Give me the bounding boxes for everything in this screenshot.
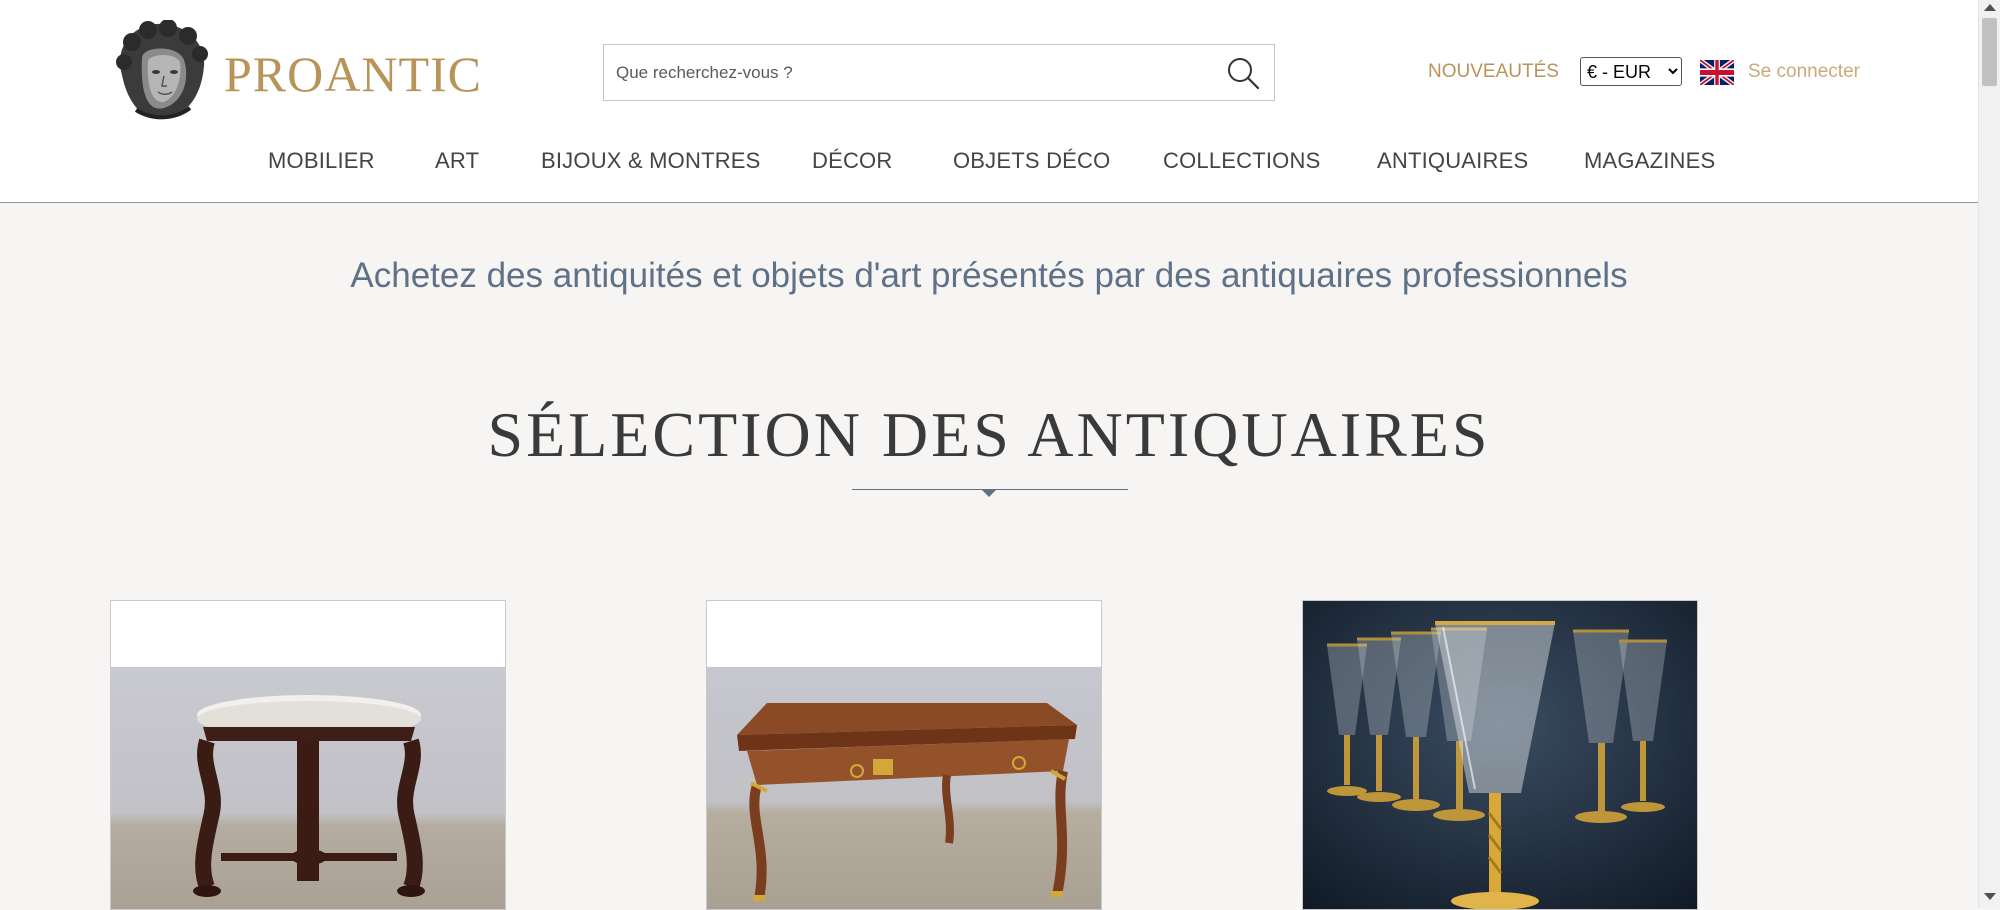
nav-item-collections[interactable]: COLLECTIONS [1163, 148, 1320, 174]
new-items-link[interactable]: NOUVEAUTÉS [1428, 61, 1559, 83]
scroll-up-arrow-icon[interactable] [1984, 4, 1996, 11]
currency-select[interactable]: € - EUR [1580, 57, 1682, 86]
scroll-thumb[interactable] [1982, 18, 1997, 86]
cherub-head-logo-icon[interactable] [112, 20, 210, 122]
search-icon[interactable] [1226, 56, 1260, 90]
product-card[interactable] [706, 600, 1102, 910]
tagline: Achetez des antiquités et objets d'art p… [350, 256, 1628, 295]
login-link[interactable]: Se connecter [1748, 61, 1860, 83]
caret-down-icon [981, 489, 997, 497]
product-card[interactable] [1302, 600, 1698, 910]
round-marble-top-table-image [111, 667, 505, 909]
nav-item-art[interactable]: ART [435, 148, 479, 174]
site-header: PROANTIC NOUVEAUTÉS € - EUR Se connecter… [0, 0, 1978, 203]
main-nav: MOBILIER ART BIJOUX & MONTRES DÉCOR OBJE… [0, 148, 1978, 178]
nav-item-mobilier[interactable]: MOBILIER [268, 148, 375, 174]
search-box [603, 44, 1275, 101]
product-card[interactable] [110, 600, 506, 910]
crystal-flutes-image [1303, 601, 1697, 909]
nav-item-magazines[interactable]: MAGAZINES [1584, 148, 1715, 174]
brand-name[interactable]: PROANTIC [224, 45, 482, 103]
nav-item-objets-deco[interactable]: OBJETS DÉCO [953, 148, 1110, 174]
writing-desk-image [707, 667, 1101, 909]
section-title: SÉLECTION DES ANTIQUAIRES [487, 399, 1491, 470]
search-input[interactable] [616, 45, 1196, 100]
nav-item-bijoux-montres[interactable]: BIJOUX & MONTRES [541, 148, 761, 174]
uk-flag-icon[interactable] [1700, 60, 1734, 85]
page-scrollbar[interactable] [1978, 0, 2000, 908]
nav-item-decor[interactable]: DÉCOR [812, 148, 892, 174]
nav-item-antiquaires[interactable]: ANTIQUAIRES [1377, 148, 1528, 174]
scroll-down-arrow-icon[interactable] [1984, 893, 1996, 900]
